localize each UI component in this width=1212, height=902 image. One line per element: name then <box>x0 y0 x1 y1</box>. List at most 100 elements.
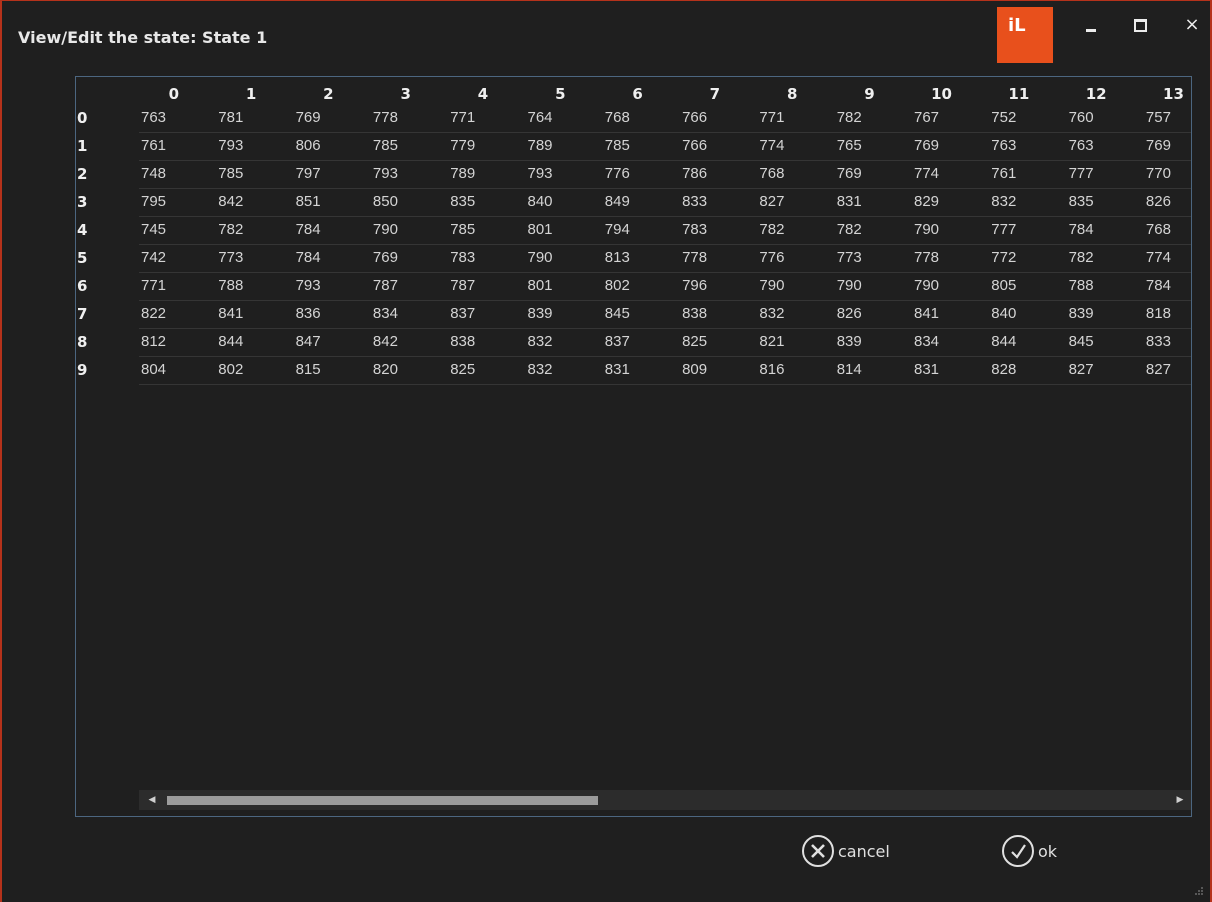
table-cell[interactable]: 834 <box>373 300 433 328</box>
table-cell[interactable]: 812 <box>141 328 201 356</box>
table-cell[interactable]: 826 <box>1146 188 1191 216</box>
table-cell[interactable]: 769 <box>296 104 356 132</box>
table-cell[interactable]: 845 <box>1069 328 1129 356</box>
table-cell[interactable]: 818 <box>1146 300 1191 328</box>
cancel-button[interactable]: cancel <box>802 833 890 869</box>
table-cell[interactable]: 822 <box>141 300 201 328</box>
table-cell[interactable]: 835 <box>450 188 510 216</box>
table-cell[interactable]: 839 <box>1069 300 1129 328</box>
table-cell[interactable]: 782 <box>218 216 278 244</box>
table-cell[interactable]: 789 <box>450 160 510 188</box>
table-cell[interactable]: 814 <box>837 356 897 384</box>
table-cell[interactable]: 790 <box>914 272 974 300</box>
table-cell[interactable]: 774 <box>1146 244 1191 272</box>
table-cell[interactable]: 764 <box>528 104 588 132</box>
table-cell[interactable]: 776 <box>759 244 819 272</box>
table-cell[interactable]: 785 <box>373 132 433 160</box>
table-cell[interactable]: 826 <box>837 300 897 328</box>
table-cell[interactable]: 832 <box>528 328 588 356</box>
table-cell[interactable]: 770 <box>1146 160 1191 188</box>
table-cell[interactable]: 777 <box>1069 160 1129 188</box>
table-cell[interactable]: 837 <box>605 328 665 356</box>
table-cell[interactable]: 752 <box>991 104 1051 132</box>
scroll-left-arrow-icon[interactable]: ◀ <box>145 790 159 810</box>
table-cell[interactable]: 801 <box>528 272 588 300</box>
table-cell[interactable]: 784 <box>296 244 356 272</box>
table-cell[interactable]: 837 <box>450 300 510 328</box>
table-cell[interactable]: 832 <box>528 356 588 384</box>
table-cell[interactable]: 836 <box>296 300 356 328</box>
table-cell[interactable]: 802 <box>218 356 278 384</box>
table-cell[interactable]: 769 <box>1146 132 1191 160</box>
table-cell[interactable]: 833 <box>682 188 742 216</box>
table-cell[interactable]: 815 <box>296 356 356 384</box>
resize-grip-icon[interactable] <box>1194 886 1204 896</box>
table-cell[interactable]: 793 <box>218 132 278 160</box>
table-cell[interactable]: 782 <box>837 104 897 132</box>
table-cell[interactable]: 768 <box>759 160 819 188</box>
table-cell[interactable]: 849 <box>605 188 665 216</box>
table-cell[interactable]: 779 <box>450 132 510 160</box>
table-cell[interactable]: 821 <box>759 328 819 356</box>
table-cell[interactable]: 831 <box>837 188 897 216</box>
table-cell[interactable]: 769 <box>373 244 433 272</box>
table-cell[interactable]: 790 <box>759 272 819 300</box>
table-cell[interactable]: 801 <box>528 216 588 244</box>
table-cell[interactable]: 809 <box>682 356 742 384</box>
table-cell[interactable]: 785 <box>605 132 665 160</box>
table-cell[interactable]: 839 <box>528 300 588 328</box>
table-cell[interactable]: 790 <box>914 216 974 244</box>
table-cell[interactable]: 793 <box>296 272 356 300</box>
table-cell[interactable]: 778 <box>373 104 433 132</box>
table-cell[interactable]: 790 <box>373 216 433 244</box>
table-cell[interactable]: 786 <box>682 160 742 188</box>
table-cell[interactable]: 832 <box>991 188 1051 216</box>
table-cell[interactable]: 845 <box>605 300 665 328</box>
table-cell[interactable]: 844 <box>218 328 278 356</box>
table-cell[interactable]: 828 <box>991 356 1051 384</box>
table-cell[interactable]: 832 <box>759 300 819 328</box>
table-cell[interactable]: 783 <box>682 216 742 244</box>
table-cell[interactable]: 829 <box>914 188 974 216</box>
table-cell[interactable]: 742 <box>141 244 201 272</box>
table-cell[interactable]: 760 <box>1069 104 1129 132</box>
table-cell[interactable]: 797 <box>296 160 356 188</box>
table-cell[interactable]: 793 <box>373 160 433 188</box>
table-cell[interactable]: 766 <box>682 104 742 132</box>
table-cell[interactable]: 778 <box>682 244 742 272</box>
table-cell[interactable]: 784 <box>1069 216 1129 244</box>
table-cell[interactable]: 820 <box>373 356 433 384</box>
minimize-button[interactable] <box>1077 11 1105 39</box>
scroll-thumb[interactable] <box>167 796 598 805</box>
table-cell[interactable]: 778 <box>914 244 974 272</box>
table-cell[interactable]: 842 <box>218 188 278 216</box>
table-cell[interactable]: 831 <box>914 356 974 384</box>
table-cell[interactable]: 785 <box>450 216 510 244</box>
table-cell[interactable]: 816 <box>759 356 819 384</box>
table-cell[interactable]: 761 <box>991 160 1051 188</box>
table-cell[interactable]: 773 <box>837 244 897 272</box>
table-cell[interactable]: 840 <box>528 188 588 216</box>
table-cell[interactable]: 789 <box>528 132 588 160</box>
table-cell[interactable]: 841 <box>914 300 974 328</box>
table-cell[interactable]: 840 <box>991 300 1051 328</box>
table-cell[interactable]: 771 <box>141 272 201 300</box>
table-cell[interactable]: 768 <box>605 104 665 132</box>
table-cell[interactable]: 793 <box>528 160 588 188</box>
table-cell[interactable]: 773 <box>218 244 278 272</box>
table-cell[interactable]: 765 <box>837 132 897 160</box>
table-cell[interactable]: 827 <box>759 188 819 216</box>
table-cell[interactable]: 827 <box>1069 356 1129 384</box>
table-cell[interactable]: 766 <box>682 132 742 160</box>
table-cell[interactable]: 813 <box>605 244 665 272</box>
table-cell[interactable]: 788 <box>218 272 278 300</box>
table-cell[interactable]: 790 <box>528 244 588 272</box>
table-cell[interactable]: 802 <box>605 272 665 300</box>
table-cell[interactable]: 796 <box>682 272 742 300</box>
table-cell[interactable]: 781 <box>218 104 278 132</box>
table-cell[interactable]: 768 <box>1146 216 1191 244</box>
table-cell[interactable]: 838 <box>450 328 510 356</box>
table-cell[interactable]: 839 <box>837 328 897 356</box>
scroll-right-arrow-icon[interactable]: ▶ <box>1173 790 1187 810</box>
state-data-grid[interactable]: ◀ ▶ 0 1 2 3 4 5 6 7 8 9 10 11 12 13 0 763 781 769 778 771 76… <box>75 76 1192 817</box>
